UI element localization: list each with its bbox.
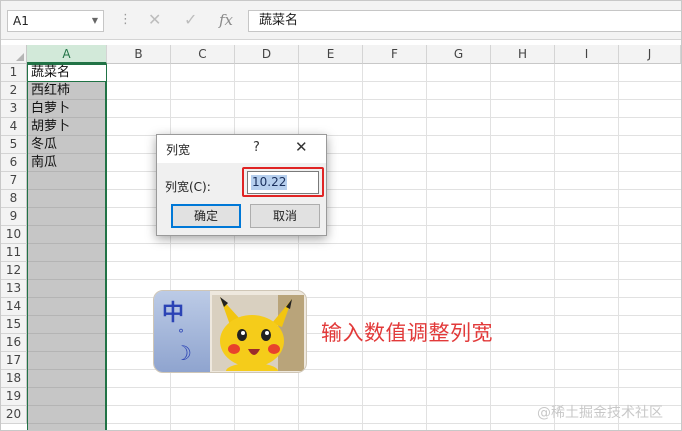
help-icon[interactable]: ?	[253, 140, 260, 155]
sticker-dot: °	[178, 327, 184, 341]
column-header-h[interactable]: H	[491, 45, 555, 64]
column-header-j[interactable]: J	[619, 45, 681, 64]
column-header-c[interactable]: C	[171, 45, 235, 64]
row-header[interactable]: 7	[1, 172, 27, 190]
column-header-d[interactable]: D	[235, 45, 299, 64]
watermark: @稀土掘金技术社区	[537, 405, 663, 421]
row-header[interactable]: 18	[1, 370, 27, 388]
column-header-i[interactable]: I	[555, 45, 619, 64]
row-header[interactable]: 9	[1, 208, 27, 226]
column-header-e[interactable]: E	[299, 45, 363, 64]
formula-bar: A1 ▼ ⋮ ✕ ✓ fx 蔬菜名	[1, 1, 681, 40]
sticker-glyph: 中	[162, 301, 185, 326]
cell-a5[interactable]: 冬瓜	[31, 136, 57, 154]
row-header[interactable]: 12	[1, 262, 27, 280]
formula-input[interactable]: 蔬菜名	[248, 10, 681, 32]
cell-area[interactable]	[27, 64, 681, 430]
column-header-f[interactable]: F	[363, 45, 427, 64]
row-header[interactable]: 6	[1, 154, 27, 172]
name-box-value: A1	[13, 14, 29, 28]
row-header[interactable]: 20	[1, 406, 27, 424]
sticker-badge: 中 ° ☽	[154, 291, 210, 372]
pikachu-sticker: 中 ° ☽	[153, 290, 307, 373]
enter-icon[interactable]: ✓	[184, 11, 197, 29]
highlight-box	[242, 167, 324, 197]
select-all-corner[interactable]	[1, 45, 27, 64]
cell-a2[interactable]: 西红柿	[31, 82, 70, 100]
name-box[interactable]: A1 ▼	[7, 10, 104, 32]
dialog-title: 列宽	[166, 143, 191, 157]
cell-a4[interactable]: 胡萝卜	[31, 118, 70, 136]
row-header[interactable]: 14	[1, 298, 27, 316]
more-options-icon[interactable]: ⋮	[119, 13, 132, 27]
excel-window: A1 ▼ ⋮ ✕ ✓ fx 蔬菜名 A B C D E F G H I J 1 …	[0, 0, 682, 431]
row-header[interactable]: 15	[1, 316, 27, 334]
caption-text: 输入数值调整列宽	[321, 321, 493, 345]
row-header[interactable]: 13	[1, 280, 27, 298]
chevron-down-icon[interactable]: ▼	[92, 11, 98, 31]
row-header[interactable]: 17	[1, 352, 27, 370]
column-header-a[interactable]: A	[27, 45, 107, 64]
row-header[interactable]: 19	[1, 388, 27, 406]
cell-a6[interactable]: 南瓜	[31, 154, 57, 172]
column-width-label: 列宽(C):	[165, 180, 211, 194]
pikachu-icon	[212, 295, 304, 371]
ok-button[interactable]: 确定	[171, 204, 241, 228]
row-header[interactable]: 11	[1, 244, 27, 262]
row-header[interactable]: 10	[1, 226, 27, 244]
moon-icon: ☽	[174, 341, 192, 365]
row-header[interactable]: 4	[1, 118, 27, 136]
row-header[interactable]: 3	[1, 100, 27, 118]
close-icon[interactable]: ✕	[295, 138, 308, 156]
cell-a1[interactable]: 蔬菜名	[31, 64, 70, 82]
row-header[interactable]: 8	[1, 190, 27, 208]
column-header-g[interactable]: G	[427, 45, 491, 64]
row-header[interactable]: 2	[1, 82, 27, 100]
row-header[interactable]: 16	[1, 334, 27, 352]
column-header-b[interactable]: B	[107, 45, 171, 64]
cancel-icon[interactable]: ✕	[148, 11, 161, 29]
row-header[interactable]: 1	[1, 64, 27, 82]
row-header[interactable]: 5	[1, 136, 27, 154]
cancel-button[interactable]: 取消	[250, 204, 320, 228]
cell-a3[interactable]: 白萝卜	[31, 100, 70, 118]
insert-function-icon[interactable]: fx	[219, 11, 233, 29]
